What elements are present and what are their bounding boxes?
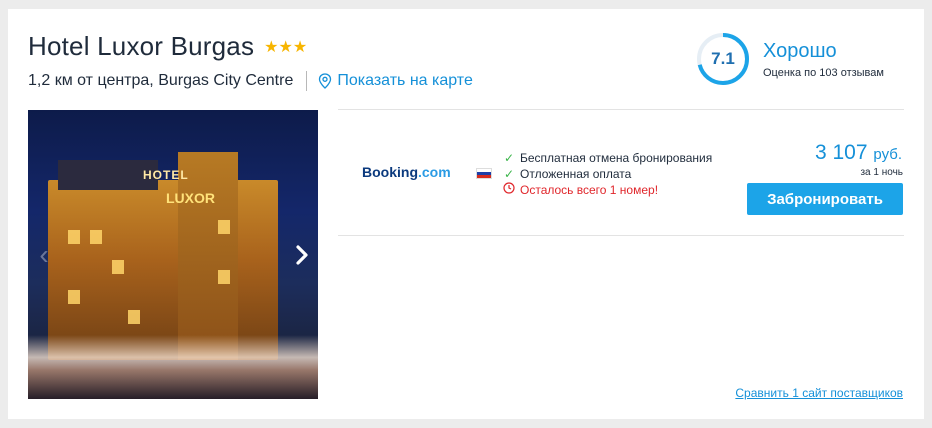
photo-window xyxy=(218,270,230,284)
price-value: 3 107 xyxy=(814,141,868,164)
provider-domain: .com xyxy=(418,164,451,180)
book-button[interactable]: Забронировать xyxy=(747,183,903,215)
title-row: Hotel Luxor Burgas ★★★ xyxy=(28,31,307,62)
photo-window xyxy=(68,290,80,304)
feature-item-warning: Осталось всего 1 номер! xyxy=(502,182,712,198)
price-per-night: за 1 ночь xyxy=(860,167,903,178)
feature-free-cancellation: Бесплатная отмена бронирования xyxy=(520,151,713,165)
photo-next-button[interactable] xyxy=(290,240,314,270)
feature-item: ✓ Отложенная оплата xyxy=(502,166,712,182)
divider xyxy=(306,71,308,91)
review-count: Оценка по 103 отзывам xyxy=(763,66,884,79)
check-icon: ✓ xyxy=(503,151,515,165)
provider-logo-booking[interactable]: Booking.com xyxy=(362,164,451,180)
rating-block[interactable]: 7.1 Хорошо Оценка по 103 отзывам xyxy=(696,32,884,86)
rooms-left-warning: Осталось всего 1 номер! xyxy=(520,183,659,197)
map-pin-icon xyxy=(319,73,332,89)
photo-window xyxy=(68,230,80,244)
hotel-card: Hotel Luxor Burgas ★★★ 1,2 км от центра,… xyxy=(8,9,924,419)
compare-providers-link[interactable]: Сравнить 1 сайт поставщиков xyxy=(708,386,903,400)
star-rating: ★★★ xyxy=(264,38,308,56)
photo-window xyxy=(218,220,230,234)
rating-label: Хорошо xyxy=(763,39,837,62)
location-row: 1,2 км от центра, Burgas City Centre Пок… xyxy=(28,71,473,91)
provider-name: Booking xyxy=(362,164,418,180)
show-on-map-link[interactable]: Показать на карте xyxy=(318,72,473,90)
chevron-left-icon: ‹ xyxy=(39,239,49,270)
feature-item: ✓ Бесплатная отмена бронирования xyxy=(502,150,712,166)
distance-text: 1,2 км от центра, Burgas City Centre xyxy=(28,72,294,89)
hotel-name[interactable]: Hotel Luxor Burgas xyxy=(28,31,254,62)
photo-building xyxy=(48,180,278,360)
price: 3 107 руб. xyxy=(768,141,902,165)
photo-window xyxy=(112,260,124,274)
photo-window xyxy=(128,310,140,324)
offer-features: ✓ Бесплатная отмена бронирования ✓ Отлож… xyxy=(502,150,712,198)
photo-light-trails xyxy=(28,335,318,399)
offer-divider-bottom xyxy=(338,235,904,236)
photo-prev-button[interactable]: ‹ xyxy=(32,240,56,270)
check-icon: ✓ xyxy=(503,167,515,181)
hotel-photo[interactable]: HOTEL LUXOR ‹ xyxy=(28,110,318,399)
offer-divider-top xyxy=(338,109,904,110)
feature-deferred-payment: Отложенная оплата xyxy=(520,167,632,181)
photo-window xyxy=(90,230,102,244)
show-on-map-label: Показать на карте xyxy=(337,72,473,89)
photo-tower xyxy=(178,152,238,360)
rating-score: 7.1 xyxy=(711,49,735,68)
clock-icon xyxy=(502,182,516,198)
photo-sign-luxor: LUXOR xyxy=(166,190,215,206)
price-currency: руб. xyxy=(873,146,902,163)
rating-ring: 7.1 xyxy=(696,32,750,86)
chevron-right-icon xyxy=(296,245,308,265)
photo-sign-hotel: HOTEL xyxy=(143,168,189,182)
rating-text: Хорошо Оценка по 103 отзывам xyxy=(763,40,884,79)
russian-flag-icon xyxy=(476,168,492,179)
